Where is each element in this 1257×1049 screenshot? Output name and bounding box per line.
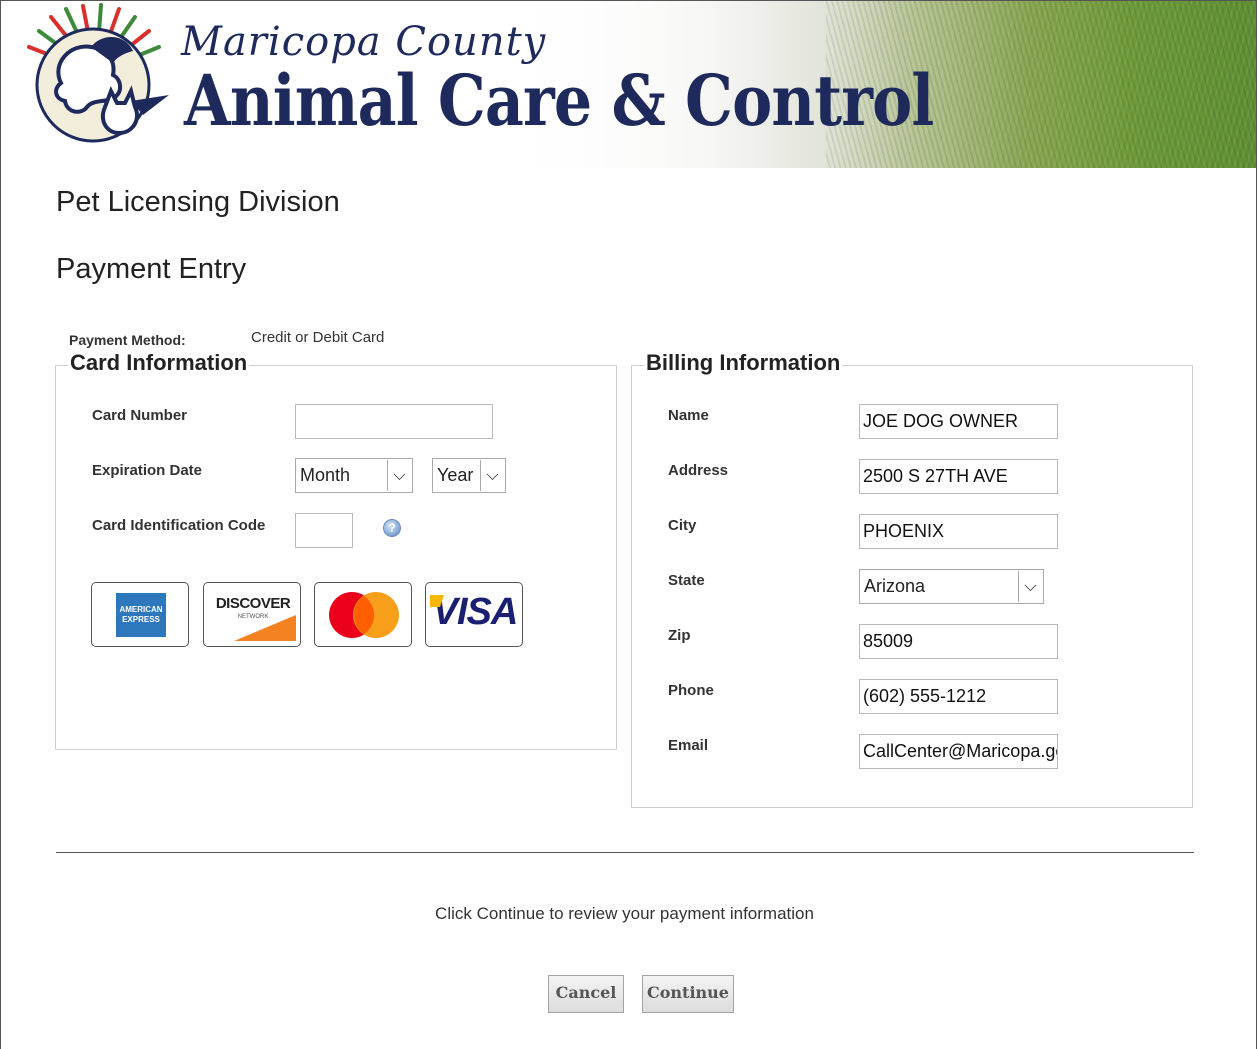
card-information-legend: Card Information [68, 350, 250, 376]
address-input[interactable]: 2500 S 27TH AVE [859, 459, 1058, 494]
state-select[interactable]: Arizona ⌵ [859, 569, 1044, 604]
continue-button[interactable]: Continue [642, 975, 734, 1013]
email-label: Email [668, 737, 709, 754]
visa-flag-icon [430, 595, 444, 607]
zip-input[interactable]: 85009 [859, 624, 1058, 659]
state-selected-value: Arizona [864, 576, 926, 596]
city-input[interactable]: PHOENIX [859, 514, 1058, 549]
name-input[interactable]: JOE DOG OWNER [859, 404, 1058, 439]
amex-line1: AMERICAN [119, 605, 163, 614]
chevron-down-icon: ⌵ [480, 460, 504, 491]
card-number-input[interactable] [295, 404, 493, 439]
billing-information-legend: Billing Information [644, 350, 843, 376]
amex-line2: EXPRESS [122, 615, 160, 624]
email-input[interactable]: CallCenter@Maricopa.gc [859, 734, 1058, 769]
city-label: City [668, 517, 697, 534]
cancel-button[interactable]: Cancel [548, 975, 624, 1013]
question-mark-icon[interactable]: ? [383, 519, 401, 537]
amex-card-logo: AMERICAN EXPRESS [91, 582, 189, 647]
expiration-year-select[interactable]: Year ⌵ [432, 458, 506, 493]
continue-hint-text: Click Continue to review your payment in… [435, 904, 814, 923]
name-label: Name [668, 407, 709, 424]
brand-agency-name: Animal Care & Control [184, 59, 934, 142]
visa-card-logo: VISA [425, 582, 523, 647]
page-title: Payment Entry [56, 253, 247, 285]
zip-label: Zip [668, 627, 691, 644]
card-number-label: Card Number [92, 407, 188, 424]
payment-method-value: Credit or Debit Card [251, 329, 385, 346]
discover-card-logo: DISCOVER NETWORK [203, 582, 301, 647]
phone-label: Phone [668, 682, 714, 699]
discover-swoosh-icon [234, 615, 296, 641]
card-id-code-input[interactable] [295, 513, 353, 548]
section-divider [56, 852, 1194, 853]
payment-method-label: Payment Method: [69, 332, 186, 348]
division-title: Pet Licensing Division [56, 186, 340, 218]
header-banner: Maricopa County Animal Care & Control [1, 1, 1256, 168]
phone-input[interactable]: (602) 555-1212 [859, 679, 1058, 714]
county-logo-icon [27, 3, 169, 143]
card-id-code-label: Card Identification Code [92, 517, 266, 534]
mastercard-card-logo [314, 582, 412, 647]
mastercard-circles-icon [329, 592, 399, 638]
expiration-month-select[interactable]: Month ⌵ [295, 458, 413, 493]
state-label: State [668, 572, 705, 589]
chevron-down-icon: ⌵ [1018, 571, 1042, 602]
month-selected-value: Month [300, 465, 351, 485]
amex-logo-icon: AMERICAN EXPRESS [116, 593, 166, 637]
address-label: Address [668, 462, 729, 479]
chevron-down-icon: ⌵ [387, 460, 411, 491]
expiration-date-label: Expiration Date [92, 462, 203, 479]
year-selected-value: Year [437, 465, 474, 485]
